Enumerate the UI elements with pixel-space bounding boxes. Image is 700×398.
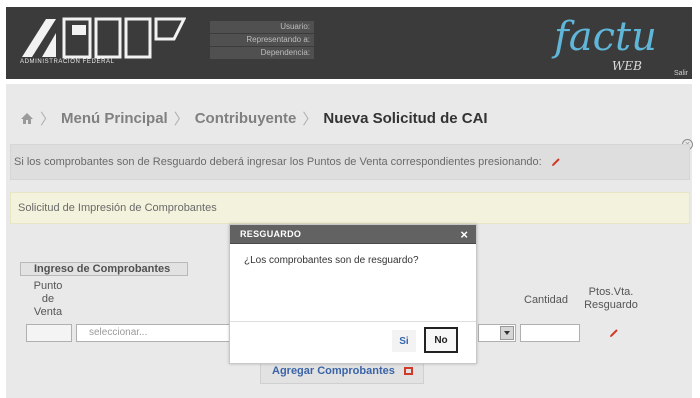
pencil-icon[interactable]	[551, 157, 561, 167]
app-header: ADMINISTRACION FEDERAL Usuario: Represen…	[6, 7, 692, 79]
punto-venta-input[interactable]	[26, 324, 72, 342]
logout-link[interactable]: Salir	[674, 70, 688, 77]
home-icon[interactable]	[20, 112, 34, 125]
column-cantidad: Cantidad	[524, 294, 569, 306]
secondary-select[interactable]	[478, 324, 516, 342]
solicitud-title: Solicitud de Impresión de Comprobantes	[18, 202, 217, 214]
chevron-down-icon[interactable]	[500, 326, 514, 340]
yes-button[interactable]: Si	[392, 330, 416, 352]
column-ptos-vta-resguardo: Ptos.Vta. Resguardo	[584, 286, 638, 311]
user-label: Usuario:	[210, 21, 314, 33]
column-punto-de-venta: Punto de Venta	[33, 280, 63, 318]
breadcrumb-separator: 〉	[173, 111, 189, 128]
resguardo-dialog: RESGUARDO × ¿Los comprobantes son de res…	[229, 224, 477, 364]
breadcrumb-separator: 〉	[302, 111, 318, 128]
logo-caption: ADMINISTRACION FEDERAL	[20, 59, 115, 65]
representando-label: Representando a:	[210, 34, 314, 46]
pencil-icon[interactable]	[608, 327, 620, 339]
dialog-title: RESGUARDO	[240, 229, 302, 239]
add-icon	[404, 367, 413, 375]
user-info: Usuario: Representando a: Dependencia:	[210, 21, 314, 60]
brand-sub: WEB	[612, 59, 642, 73]
brand-logo: factu	[554, 14, 657, 60]
dialog-message: ¿Los comprobantes son de resguardo?	[244, 255, 419, 266]
no-button[interactable]: No	[424, 327, 458, 353]
breadcrumb-current: Nueva Solicitud de CAI	[323, 110, 488, 127]
breadcrumb-contribuyente[interactable]: Contribuyente	[195, 110, 297, 127]
dependencia-label: Dependencia:	[210, 47, 314, 59]
info-text: Si los comprobantes son de Resguardo deb…	[14, 156, 542, 168]
close-icon[interactable]: ×	[460, 226, 468, 243]
breadcrumb: 〉 Menú Principal 〉 Contribuyente 〉 Nueva…	[20, 108, 488, 129]
dialog-divider	[230, 321, 476, 322]
breadcrumb-menu-principal[interactable]: Menú Principal	[61, 110, 168, 127]
add-comprobantes-label: Agregar Comprobantes	[272, 365, 395, 377]
breadcrumb-separator: 〉	[40, 111, 56, 128]
dialog-header: RESGUARDO ×	[230, 225, 476, 244]
cantidad-input[interactable]	[520, 324, 580, 342]
ingreso-title: Ingreso de Comprobantes	[34, 263, 171, 275]
info-message: Si los comprobantes son de Resguardo deb…	[14, 156, 561, 168]
tipo-comprobante-select[interactable]: seleccionar...	[76, 324, 230, 342]
